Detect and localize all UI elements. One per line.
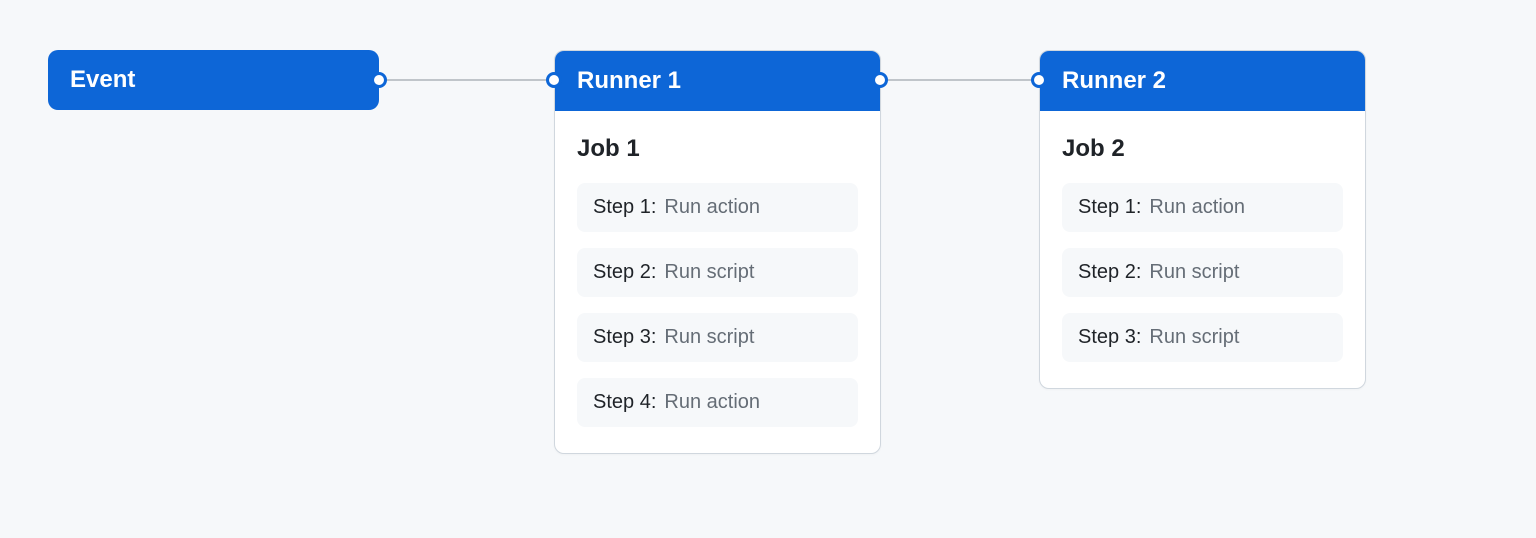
connector-event-to-runner1 (378, 79, 554, 81)
runner-1-title: Runner 1 (577, 67, 681, 94)
runner-2-body: Job 2 Step 1: Run action Step 2: Run scr… (1040, 111, 1365, 388)
job-1-title: Job 1 (577, 135, 858, 163)
step-desc: Run script (1149, 261, 1239, 284)
step-item: Step 3: Run script (577, 313, 858, 362)
runner-1-body: Job 1 Step 1: Run action Step 2: Run scr… (555, 111, 880, 453)
port-runner1-right (872, 72, 888, 88)
step-desc: Run action (664, 196, 760, 219)
step-desc: Run script (1149, 326, 1239, 349)
step-desc: Run action (1149, 196, 1245, 219)
port-runner1-left (546, 72, 562, 88)
step-label: Step 3: (1078, 326, 1141, 349)
event-node: Event (48, 50, 379, 110)
runner-node-1: Runner 1 Job 1 Step 1: Run action Step 2… (554, 50, 881, 454)
port-runner2-left (1031, 72, 1047, 88)
workflow-diagram: Event Runner 1 Job 1 Step 1: Run action … (0, 0, 1536, 538)
step-desc: Run script (664, 261, 754, 284)
step-desc: Run script (664, 326, 754, 349)
runner-node-2: Runner 2 Job 2 Step 1: Run action Step 2… (1039, 50, 1366, 389)
port-event-right (371, 72, 387, 88)
runner-2-title: Runner 2 (1062, 67, 1166, 94)
event-label: Event (70, 66, 135, 93)
job-2-title: Job 2 (1062, 135, 1343, 163)
step-label: Step 3: (593, 326, 656, 349)
step-item: Step 2: Run script (577, 248, 858, 297)
step-desc: Run action (664, 391, 760, 414)
step-item: Step 4: Run action (577, 378, 858, 427)
step-item: Step 3: Run script (1062, 313, 1343, 362)
step-item: Step 1: Run action (577, 183, 858, 232)
step-label: Step 1: (1078, 196, 1141, 219)
step-item: Step 2: Run script (1062, 248, 1343, 297)
step-label: Step 1: (593, 196, 656, 219)
connector-runner1-to-runner2 (879, 79, 1039, 81)
runner-2-header: Runner 2 (1040, 51, 1365, 111)
step-label: Step 4: (593, 391, 656, 414)
step-label: Step 2: (593, 261, 656, 284)
runner-1-header: Runner 1 (555, 51, 880, 111)
step-item: Step 1: Run action (1062, 183, 1343, 232)
step-label: Step 2: (1078, 261, 1141, 284)
